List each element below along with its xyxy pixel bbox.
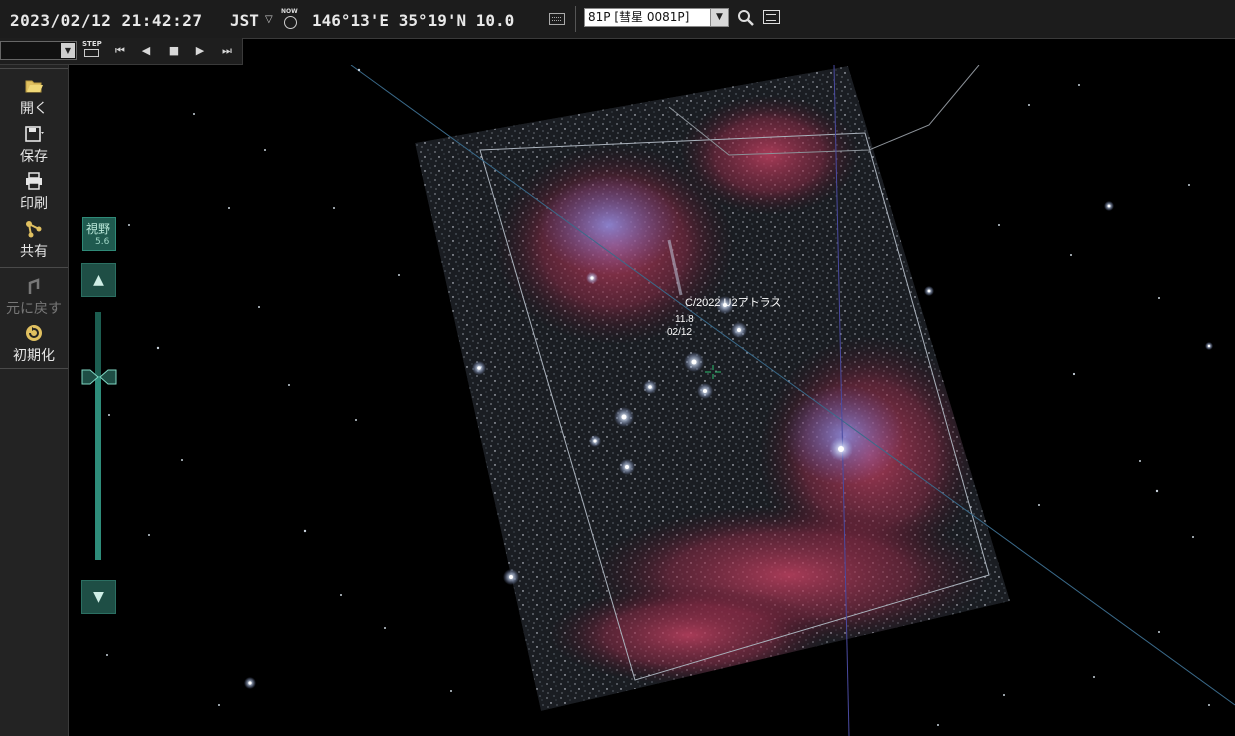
step-back-icon[interactable]: ◀ [137, 42, 155, 60]
observer-coordinates[interactable]: 146°13'E 35°19'N 10.0 [312, 11, 514, 30]
datetime-display[interactable]: 2023/02/12 21:42:27 [10, 11, 203, 30]
triangle-down-icon: ▼ [93, 589, 104, 605]
divider [0, 368, 68, 369]
step-button[interactable]: STEP [82, 40, 102, 59]
open-label: 開く [20, 101, 48, 117]
skip-back-icon[interactable]: ⏮ [111, 42, 129, 60]
now-button[interactable]: NOW [280, 8, 302, 31]
play-icon[interactable]: ▶ [191, 42, 209, 60]
clock-icon [284, 16, 297, 29]
zoom-out-button[interactable]: ▼ [81, 580, 116, 614]
timezone-dropdown-icon[interactable]: ▽ [265, 14, 273, 25]
search-icon[interactable] [737, 9, 755, 27]
stop-icon[interactable]: ■ [165, 42, 183, 60]
target-object-select[interactable]: 81P [彗星 0081P] ▼ [584, 8, 729, 27]
reset-button[interactable]: 初期化 [0, 322, 68, 368]
step-grid-icon [84, 49, 99, 57]
comet-name-label[interactable]: C/2022 U2アトラス [685, 297, 781, 309]
skip-forward-icon[interactable]: ⏭ [218, 42, 236, 60]
field-of-view-badge[interactable]: 視野 5.6 [82, 217, 116, 251]
comet-date-label: 02/12 [667, 327, 692, 338]
list-icon[interactable] [763, 10, 780, 24]
reset-label: 初期化 [13, 348, 55, 364]
target-object-value: 81P [彗星 0081P] [588, 10, 690, 24]
chevron-down-icon[interactable]: ▼ [710, 9, 728, 26]
divider [0, 68, 68, 69]
left-toolbar: 開く 保存 印刷 共有 元に戻す 初期化 [0, 65, 69, 736]
folder-open-icon [25, 80, 43, 93]
time-step-controls: ▼ STEP ⏮ ◀ ■ ▶ ⏭ [0, 38, 243, 65]
divider [0, 267, 68, 268]
comet-magnitude-label: 11.8 [675, 314, 694, 325]
printer-icon [26, 172, 42, 190]
print-label: 印刷 [20, 196, 48, 212]
save-button[interactable]: 保存 [0, 123, 68, 169]
reset-icon [26, 325, 42, 341]
undo-icon [28, 278, 40, 294]
zoom-slider-track-upper [95, 312, 101, 376]
chevron-down-icon[interactable]: ▼ [61, 43, 75, 58]
timezone-label[interactable]: JST [230, 11, 259, 30]
step-label: STEP [82, 40, 102, 48]
zoom-in-button[interactable]: ▲ [81, 263, 116, 297]
share-label: 共有 [20, 244, 48, 260]
zoom-slider-handle[interactable] [80, 368, 118, 386]
share-icon [26, 221, 42, 238]
undo-label: 元に戻す [6, 301, 62, 317]
keyboard-icon[interactable] [549, 13, 565, 25]
fov-value: 5.6 [95, 237, 110, 247]
fov-label: 視野 [86, 222, 111, 236]
now-label: NOW [281, 8, 298, 15]
time-step-select[interactable]: ▼ [0, 41, 77, 60]
triangle-up-icon: ▲ [93, 272, 104, 288]
floppy-disk-icon [25, 126, 44, 142]
open-button[interactable]: 開く [0, 75, 68, 121]
share-button[interactable]: 共有 [0, 218, 68, 264]
top-toolbar: 2023/02/12 21:42:27 JST ▽ NOW 146°13'E 3… [0, 0, 1235, 39]
toolbar-divider [575, 6, 576, 32]
save-label: 保存 [20, 149, 48, 165]
sky-view[interactable]: C/2022 U2アトラス 11.8 02/12 [69, 65, 1235, 736]
undo-button[interactable]: 元に戻す [0, 275, 68, 321]
print-button[interactable]: 印刷 [0, 170, 68, 216]
